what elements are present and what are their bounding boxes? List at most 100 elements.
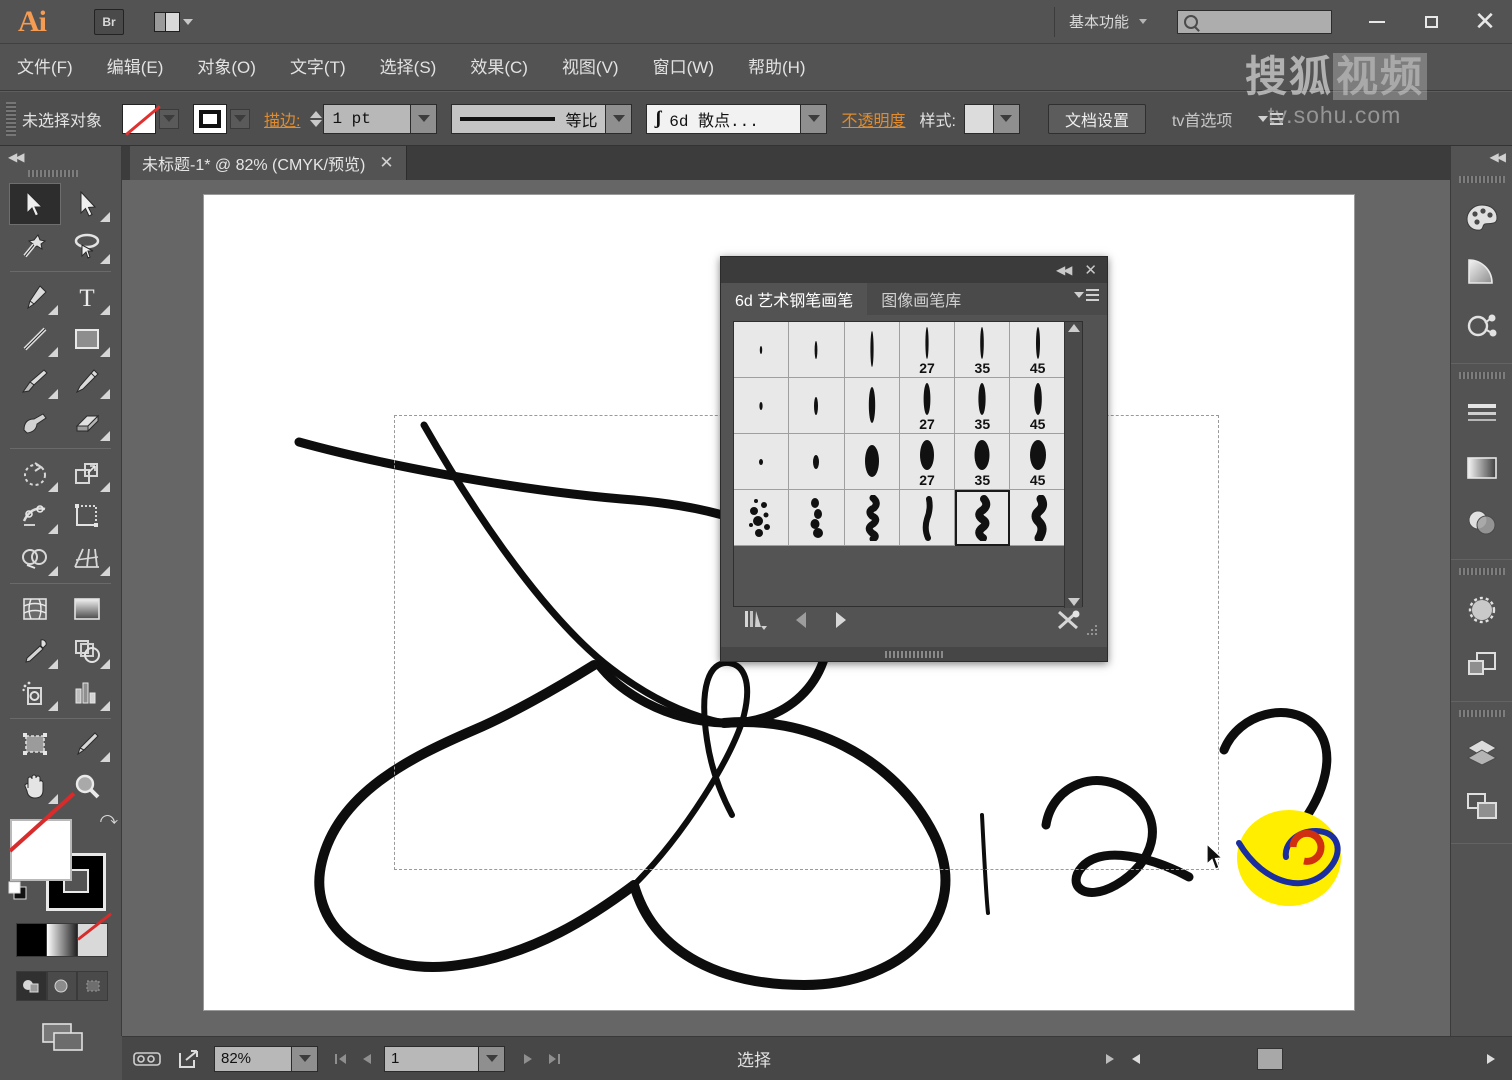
- panel-icon-symbols[interactable]: [1451, 583, 1512, 637]
- brush-cell[interactable]: 27: [900, 322, 955, 378]
- menu-type[interactable]: 文字(T): [273, 44, 363, 91]
- brush-cell[interactable]: 35: [955, 378, 1010, 434]
- brush-cell[interactable]: [789, 490, 844, 546]
- artboard-number-control[interactable]: 1: [384, 1046, 505, 1072]
- stroke-weight-stepper[interactable]: [310, 111, 322, 127]
- close-button[interactable]: ✕: [1458, 0, 1512, 44]
- draw-mode-normal[interactable]: [16, 971, 47, 1001]
- hscroll-left-button[interactable]: [1123, 1045, 1149, 1073]
- tool-pencil[interactable]: [61, 360, 113, 402]
- dock-group-gripper[interactable]: [1459, 710, 1505, 717]
- control-bar-gripper[interactable]: [6, 102, 16, 136]
- tool-pen[interactable]: [9, 276, 61, 318]
- panel-icon-stroke[interactable]: [1451, 387, 1512, 441]
- brushes-panel-resize-grip[interactable]: [1085, 623, 1099, 637]
- brush-definition-select[interactable]: ʃ 6d 散点...: [646, 104, 801, 134]
- stroke-profile-select[interactable]: 等比: [451, 104, 606, 134]
- menu-effect[interactable]: 效果(C): [453, 44, 545, 91]
- last-artboard-button[interactable]: [541, 1045, 567, 1073]
- brush-definition-dropdown[interactable]: [801, 104, 827, 134]
- stroke-weight-label[interactable]: 描边:: [264, 107, 300, 131]
- tool-free-transform[interactable]: [61, 495, 113, 537]
- panel-icon-gradient[interactable]: [1451, 441, 1512, 495]
- tools-panel-gripper[interactable]: [28, 170, 78, 177]
- workspace-switcher[interactable]: 基本功能: [1054, 7, 1161, 37]
- graphic-style-swatch[interactable]: [964, 104, 994, 134]
- first-artboard-button[interactable]: [328, 1045, 354, 1073]
- swap-fill-stroke-icon[interactable]: ⤺: [100, 809, 118, 829]
- tool-width[interactable]: [9, 495, 61, 537]
- brush-cell[interactable]: [789, 434, 844, 490]
- brush-cell[interactable]: 45: [1010, 322, 1065, 378]
- next-artboard-button[interactable]: [515, 1045, 541, 1073]
- tools-panel-collapse[interactable]: ◀◀: [0, 146, 121, 168]
- color-mode-color[interactable]: [17, 924, 47, 956]
- brush-cell[interactable]: [734, 434, 789, 490]
- tool-perspective-grid[interactable]: [61, 537, 113, 579]
- tool-slice[interactable]: [61, 723, 113, 765]
- artboard-number-dropdown[interactable]: [479, 1046, 505, 1072]
- artboard-number-input[interactable]: 1: [384, 1046, 479, 1072]
- panel-icon-layers[interactable]: [1451, 725, 1512, 779]
- tool-gradient[interactable]: [61, 588, 113, 630]
- brush-cell[interactable]: [789, 322, 844, 378]
- stroke-weight-control[interactable]: 1 pt: [310, 104, 437, 134]
- fill-control[interactable]: [122, 104, 179, 134]
- panel-icon-color-guide[interactable]: [1451, 245, 1512, 299]
- search-field[interactable]: [1177, 10, 1332, 34]
- brush-cell[interactable]: [845, 434, 900, 490]
- control-bar-panel-menu[interactable]: [1258, 113, 1283, 125]
- previous-brush-button[interactable]: [793, 609, 811, 636]
- menu-window[interactable]: 窗口(W): [636, 44, 731, 91]
- panel-icon-artboards[interactable]: [1451, 779, 1512, 833]
- brushes-panel-menu-button[interactable]: [1074, 289, 1099, 301]
- close-icon[interactable]: ✕: [1084, 261, 1097, 279]
- panel-icon-color[interactable]: [1451, 191, 1512, 245]
- brushes-scrollbar[interactable]: [1064, 322, 1082, 608]
- brushes-panel-bottom-gripper[interactable]: [721, 647, 1107, 661]
- zoom-control[interactable]: 82%: [214, 1046, 318, 1072]
- fill-swatch[interactable]: [122, 104, 156, 134]
- draw-mode-inside[interactable]: [77, 971, 108, 1001]
- brush-libraries-menu-button[interactable]: [743, 608, 769, 637]
- tool-type[interactable]: T: [61, 276, 113, 318]
- menu-help[interactable]: 帮助(H): [731, 44, 823, 91]
- panel-icon-pathfinder[interactable]: [1451, 637, 1512, 691]
- tool-symbol-sprayer[interactable]: [9, 672, 61, 714]
- scroll-up-icon[interactable]: [1068, 324, 1080, 332]
- tool-rectangle[interactable]: [61, 318, 113, 360]
- tool-scale[interactable]: [61, 453, 113, 495]
- brush-cell[interactable]: [734, 322, 789, 378]
- default-fill-stroke-icon[interactable]: [8, 881, 28, 901]
- document-tab[interactable]: 未标题-1* @ 82% (CMYK/预览) ✕: [130, 146, 407, 180]
- hscroll-thumb[interactable]: [1257, 1048, 1283, 1070]
- dock-collapse-button[interactable]: ◀◀: [1451, 146, 1512, 168]
- brush-cell[interactable]: 45: [1010, 378, 1065, 434]
- tool-eyedropper[interactable]: [9, 630, 61, 672]
- tool-direct-selection[interactable]: [61, 183, 113, 225]
- dock-group-gripper[interactable]: [1459, 568, 1505, 575]
- arrange-documents-button[interactable]: [154, 12, 193, 32]
- tab-image-brush-library[interactable]: 图像画笔库: [867, 283, 975, 315]
- brush-cell[interactable]: [845, 490, 900, 546]
- stroke-color-control[interactable]: [193, 104, 250, 134]
- minimize-button[interactable]: [1350, 0, 1404, 44]
- tool-selection[interactable]: [9, 183, 61, 225]
- hscroll-right-button[interactable]: [1478, 1045, 1504, 1073]
- tool-magic-wand[interactable]: [9, 225, 61, 267]
- close-icon[interactable]: ✕: [379, 153, 393, 173]
- tool-rotate[interactable]: [9, 453, 61, 495]
- tool-mesh[interactable]: [9, 588, 61, 630]
- brush-cell[interactable]: [734, 490, 789, 546]
- brush-cell[interactable]: [900, 490, 955, 546]
- zoom-dropdown[interactable]: [292, 1046, 318, 1072]
- brushes-list[interactable]: 27 35 45 27 35 45 27 35 45: [733, 321, 1083, 607]
- cut-icon[interactable]: [130, 1045, 164, 1073]
- graphic-style-dropdown[interactable]: [994, 104, 1020, 134]
- stroke-weight-dropdown[interactable]: [411, 104, 437, 134]
- brush-cell[interactable]: [789, 378, 844, 434]
- tab-6d-art-pen-brush[interactable]: 6d 艺术钢笔画笔: [721, 283, 867, 315]
- screen-mode-button[interactable]: [40, 1021, 86, 1053]
- stepper-down-icon[interactable]: [310, 120, 322, 127]
- color-mode-none[interactable]: [78, 924, 107, 956]
